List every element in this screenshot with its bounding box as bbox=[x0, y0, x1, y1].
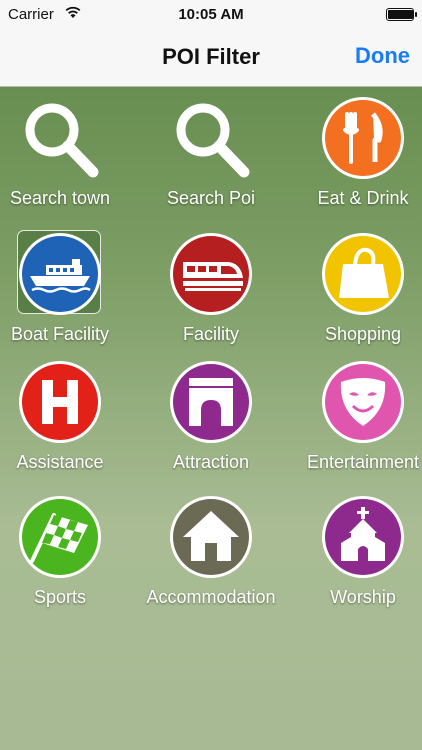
magnifier-icon bbox=[176, 103, 250, 178]
navigation-bar: POI Filter Done bbox=[0, 30, 422, 87]
filter-assistance[interactable]: Assistance bbox=[0, 360, 130, 490]
filter-entertainment[interactable]: Entertainment bbox=[293, 360, 422, 490]
status-bar: Carrier 10:05 AM bbox=[0, 0, 422, 30]
magnifier-icon bbox=[25, 103, 99, 178]
filter-eat-drink[interactable]: Eat & Drink bbox=[293, 96, 422, 226]
shopping-bag-icon bbox=[322, 233, 404, 315]
filter-search-town[interactable]: Search town bbox=[0, 96, 130, 226]
filter-label: Shopping bbox=[324, 324, 402, 344]
hospital-h-icon bbox=[19, 361, 101, 443]
filter-sports[interactable]: Sports bbox=[0, 495, 130, 625]
filter-search-poi[interactable]: Search Poi bbox=[141, 96, 281, 226]
boat-icon bbox=[19, 233, 101, 315]
filter-accommodation[interactable]: Accommodation bbox=[141, 495, 281, 625]
filter-label: Worship bbox=[330, 587, 396, 607]
filter-label: Search town bbox=[9, 188, 111, 208]
filter-label: Sports bbox=[33, 587, 87, 607]
filter-label: Facility bbox=[182, 324, 239, 344]
filter-facility[interactable]: Facility bbox=[141, 232, 281, 362]
filter-label: Accommodation bbox=[146, 587, 276, 607]
filter-attraction[interactable]: Attraction bbox=[141, 360, 281, 490]
filter-label: Entertainment bbox=[306, 452, 420, 472]
filter-label: Boat Facility bbox=[10, 324, 110, 344]
filter-label: Eat & Drink bbox=[317, 188, 409, 208]
filter-shopping[interactable]: Shopping bbox=[293, 232, 422, 362]
fork-knife-icon bbox=[322, 97, 404, 179]
filter-label: Assistance bbox=[16, 452, 104, 472]
filter-label: Attraction bbox=[172, 452, 250, 472]
house-icon bbox=[170, 496, 252, 578]
arch-icon bbox=[170, 361, 252, 443]
checkered-flag-icon bbox=[19, 496, 101, 578]
filter-boat-facility[interactable]: Boat Facility bbox=[0, 232, 130, 362]
filter-worship[interactable]: Worship bbox=[293, 495, 422, 625]
train-icon bbox=[170, 233, 252, 315]
filter-label: Search Poi bbox=[166, 188, 256, 208]
done-button[interactable]: Done bbox=[355, 43, 410, 69]
status-time: 10:05 AM bbox=[178, 6, 244, 23]
church-icon bbox=[322, 496, 404, 578]
battery-icon bbox=[386, 8, 417, 21]
theater-mask-icon bbox=[322, 361, 404, 443]
